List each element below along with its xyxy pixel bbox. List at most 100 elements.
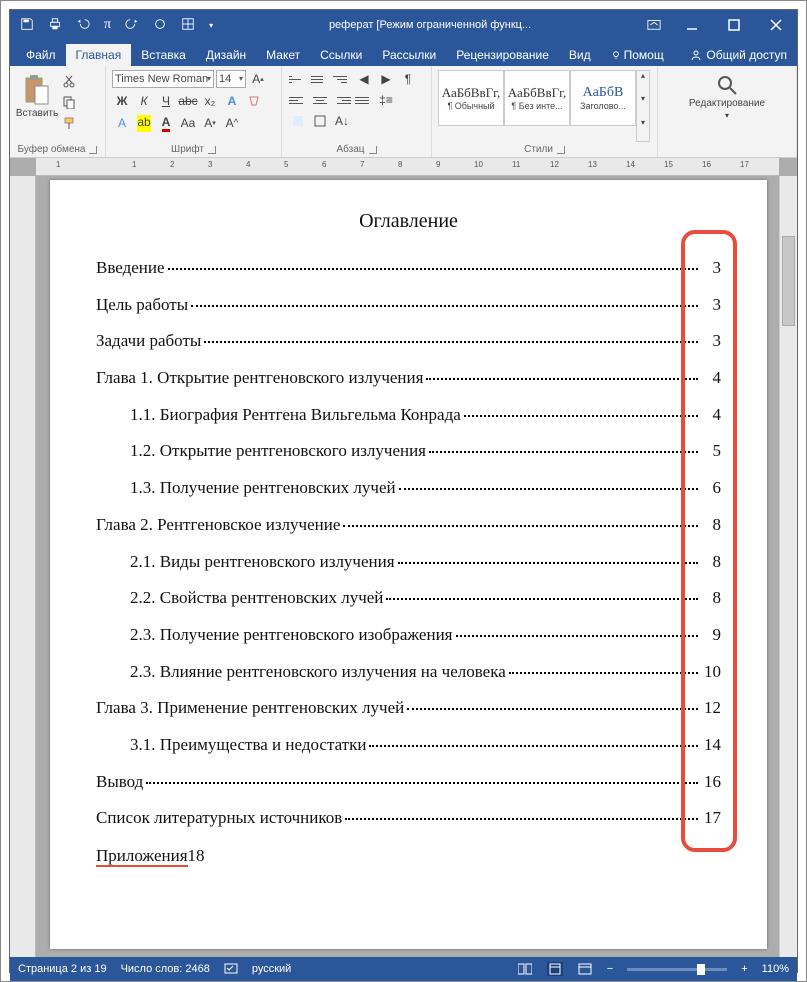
paste-button[interactable]: Вставить	[16, 70, 58, 142]
text-highlight-icon[interactable]: A	[112, 114, 132, 132]
tab-file[interactable]: Файл	[16, 44, 66, 66]
tab-design[interactable]: Дизайн	[196, 44, 256, 66]
zoom-level[interactable]: 110%	[762, 963, 789, 975]
sub-sup-button[interactable]: x₂	[200, 92, 220, 110]
justify-icon[interactable]	[354, 91, 374, 109]
style-heading[interactable]: АаБбВЗаголово...	[570, 70, 636, 126]
status-language[interactable]: русский	[252, 963, 291, 975]
toc-text: Введение	[96, 259, 165, 278]
cut-icon[interactable]	[62, 74, 76, 91]
italic-button[interactable]: К	[134, 92, 154, 110]
qat-dropdown-icon[interactable]: ▾	[209, 21, 213, 30]
editing-button[interactable]: Редактирование ▾	[706, 70, 748, 142]
decrease-indent-icon[interactable]: ◀	[354, 70, 374, 88]
tab-review[interactable]: Рецензирование	[446, 44, 559, 66]
zoom-slider[interactable]	[627, 968, 727, 971]
status-page[interactable]: Страница 2 из 19	[18, 963, 107, 975]
toc-leader-dots	[399, 488, 698, 490]
toc-line: Задачи работы 3	[96, 332, 721, 351]
proofing-icon[interactable]	[224, 961, 238, 978]
tab-home[interactable]: Главная	[66, 44, 132, 66]
clipboard-group-label: Буфер обмена	[18, 144, 86, 155]
highlight-color-icon[interactable]: ab	[134, 114, 154, 132]
numbering-icon[interactable]	[310, 70, 330, 88]
tab-insert[interactable]: Вставка	[131, 44, 196, 66]
close-button[interactable]	[755, 10, 797, 40]
multilevel-icon[interactable]	[332, 70, 352, 88]
strike-button[interactable]: abc	[178, 92, 198, 110]
read-mode-icon[interactable]	[517, 962, 533, 976]
font-name-combo[interactable]: Times New Roman	[112, 70, 214, 88]
toc-leader-dots	[464, 415, 698, 417]
toc-line: 1.2. Открытие рентгеновского излучения 5	[96, 442, 721, 461]
copy-icon[interactable]	[62, 95, 76, 112]
styles-down-icon[interactable]: ▾	[637, 94, 649, 117]
line-spacing-icon[interactable]: ‡≡	[376, 91, 396, 109]
maximize-button[interactable]	[713, 10, 755, 40]
status-words[interactable]: Число слов: 2468	[121, 963, 210, 975]
show-marks-icon[interactable]: ¶	[398, 70, 418, 88]
toc-leader-dots	[407, 708, 698, 710]
window-title: реферат [Режим ограниченной функц...	[223, 19, 637, 31]
tab-view[interactable]: Вид	[559, 44, 601, 66]
tab-layout[interactable]: Макет	[256, 44, 310, 66]
vertical-ruler[interactable]	[10, 176, 36, 957]
increase-indent-icon[interactable]: ▶	[376, 70, 396, 88]
toc-line: 1.1. Биография Рентгена Вильгельма Конра…	[96, 406, 721, 425]
bullets-icon[interactable]	[288, 70, 308, 88]
vertical-scrollbar[interactable]	[779, 176, 797, 957]
minimize-button[interactable]	[671, 10, 713, 40]
pi-icon[interactable]: π	[104, 17, 111, 33]
style-normal[interactable]: АаБбВвГг,¶ Обычный	[438, 70, 504, 126]
shrink-font-icon[interactable]: A▾	[200, 114, 220, 132]
grow-font-icon[interactable]: A▴	[248, 70, 268, 88]
paragraph-group-label: Абзац	[336, 144, 364, 155]
change-case-button[interactable]: Aa	[178, 114, 198, 132]
align-left-icon[interactable]	[288, 91, 308, 109]
shading-icon[interactable]	[288, 112, 308, 130]
table-icon[interactable]	[181, 17, 195, 34]
repeat-icon[interactable]	[153, 17, 167, 34]
toc-leader-dots	[345, 818, 698, 820]
tab-tell-me[interactable]: Помощ	[601, 44, 674, 66]
toc-line: 2.3. Получение рентгеновского изображени…	[96, 626, 721, 645]
ribbon-options-icon[interactable]	[637, 17, 671, 34]
print-layout-icon[interactable]	[547, 962, 563, 976]
scrollbar-thumb[interactable]	[782, 236, 795, 326]
undo-icon[interactable]	[76, 17, 90, 34]
bold-button[interactable]: Ж	[112, 92, 132, 110]
toc-leader-dots	[204, 341, 698, 343]
superscript-button[interactable]: A^	[222, 114, 242, 132]
document-page[interactable]: Оглавление Введение 3Цель работы 3Задачи…	[50, 180, 767, 949]
zoom-in-button[interactable]: +	[741, 963, 747, 975]
share-button[interactable]: Общий доступ	[680, 44, 797, 66]
toc-line: Цель работы 3	[96, 296, 721, 315]
toc-leader-dots	[168, 268, 698, 270]
font-color-icon[interactable]: A	[156, 114, 176, 132]
tab-mailings[interactable]: Рассылки	[372, 44, 446, 66]
styles-up-icon[interactable]: ▴	[637, 71, 649, 94]
text-effects-icon[interactable]: A	[222, 92, 242, 110]
toc-text: Приложения	[96, 846, 188, 867]
doc-title: Оглавление	[96, 210, 721, 233]
align-center-icon[interactable]	[310, 91, 330, 109]
horizontal-ruler[interactable]: 11234567891011121314151617	[36, 158, 779, 176]
style-no-spacing[interactable]: АаБбВвГг,¶ Без инте...	[504, 70, 570, 126]
styles-group-label: Стили	[524, 144, 553, 155]
toc-text: 2.2. Свойства рентгеновских лучей	[130, 589, 383, 608]
borders-icon[interactable]	[310, 112, 330, 130]
web-layout-icon[interactable]	[577, 962, 593, 976]
tab-references[interactable]: Ссылки	[310, 44, 372, 66]
sort-icon[interactable]: A↓	[332, 112, 352, 130]
font-size-combo[interactable]: 14	[216, 70, 246, 88]
clear-format-icon[interactable]	[244, 92, 264, 110]
zoom-out-button[interactable]: −	[607, 963, 613, 975]
underline-button[interactable]: Ч	[156, 92, 176, 110]
print-icon[interactable]	[48, 17, 62, 34]
align-right-icon[interactable]	[332, 91, 352, 109]
format-painter-icon[interactable]	[62, 116, 76, 133]
styles-more-icon[interactable]: ▾	[637, 118, 649, 141]
toc-line: Список литературных источников 17	[96, 809, 721, 828]
save-icon[interactable]	[20, 17, 34, 34]
redo-icon[interactable]	[125, 17, 139, 34]
